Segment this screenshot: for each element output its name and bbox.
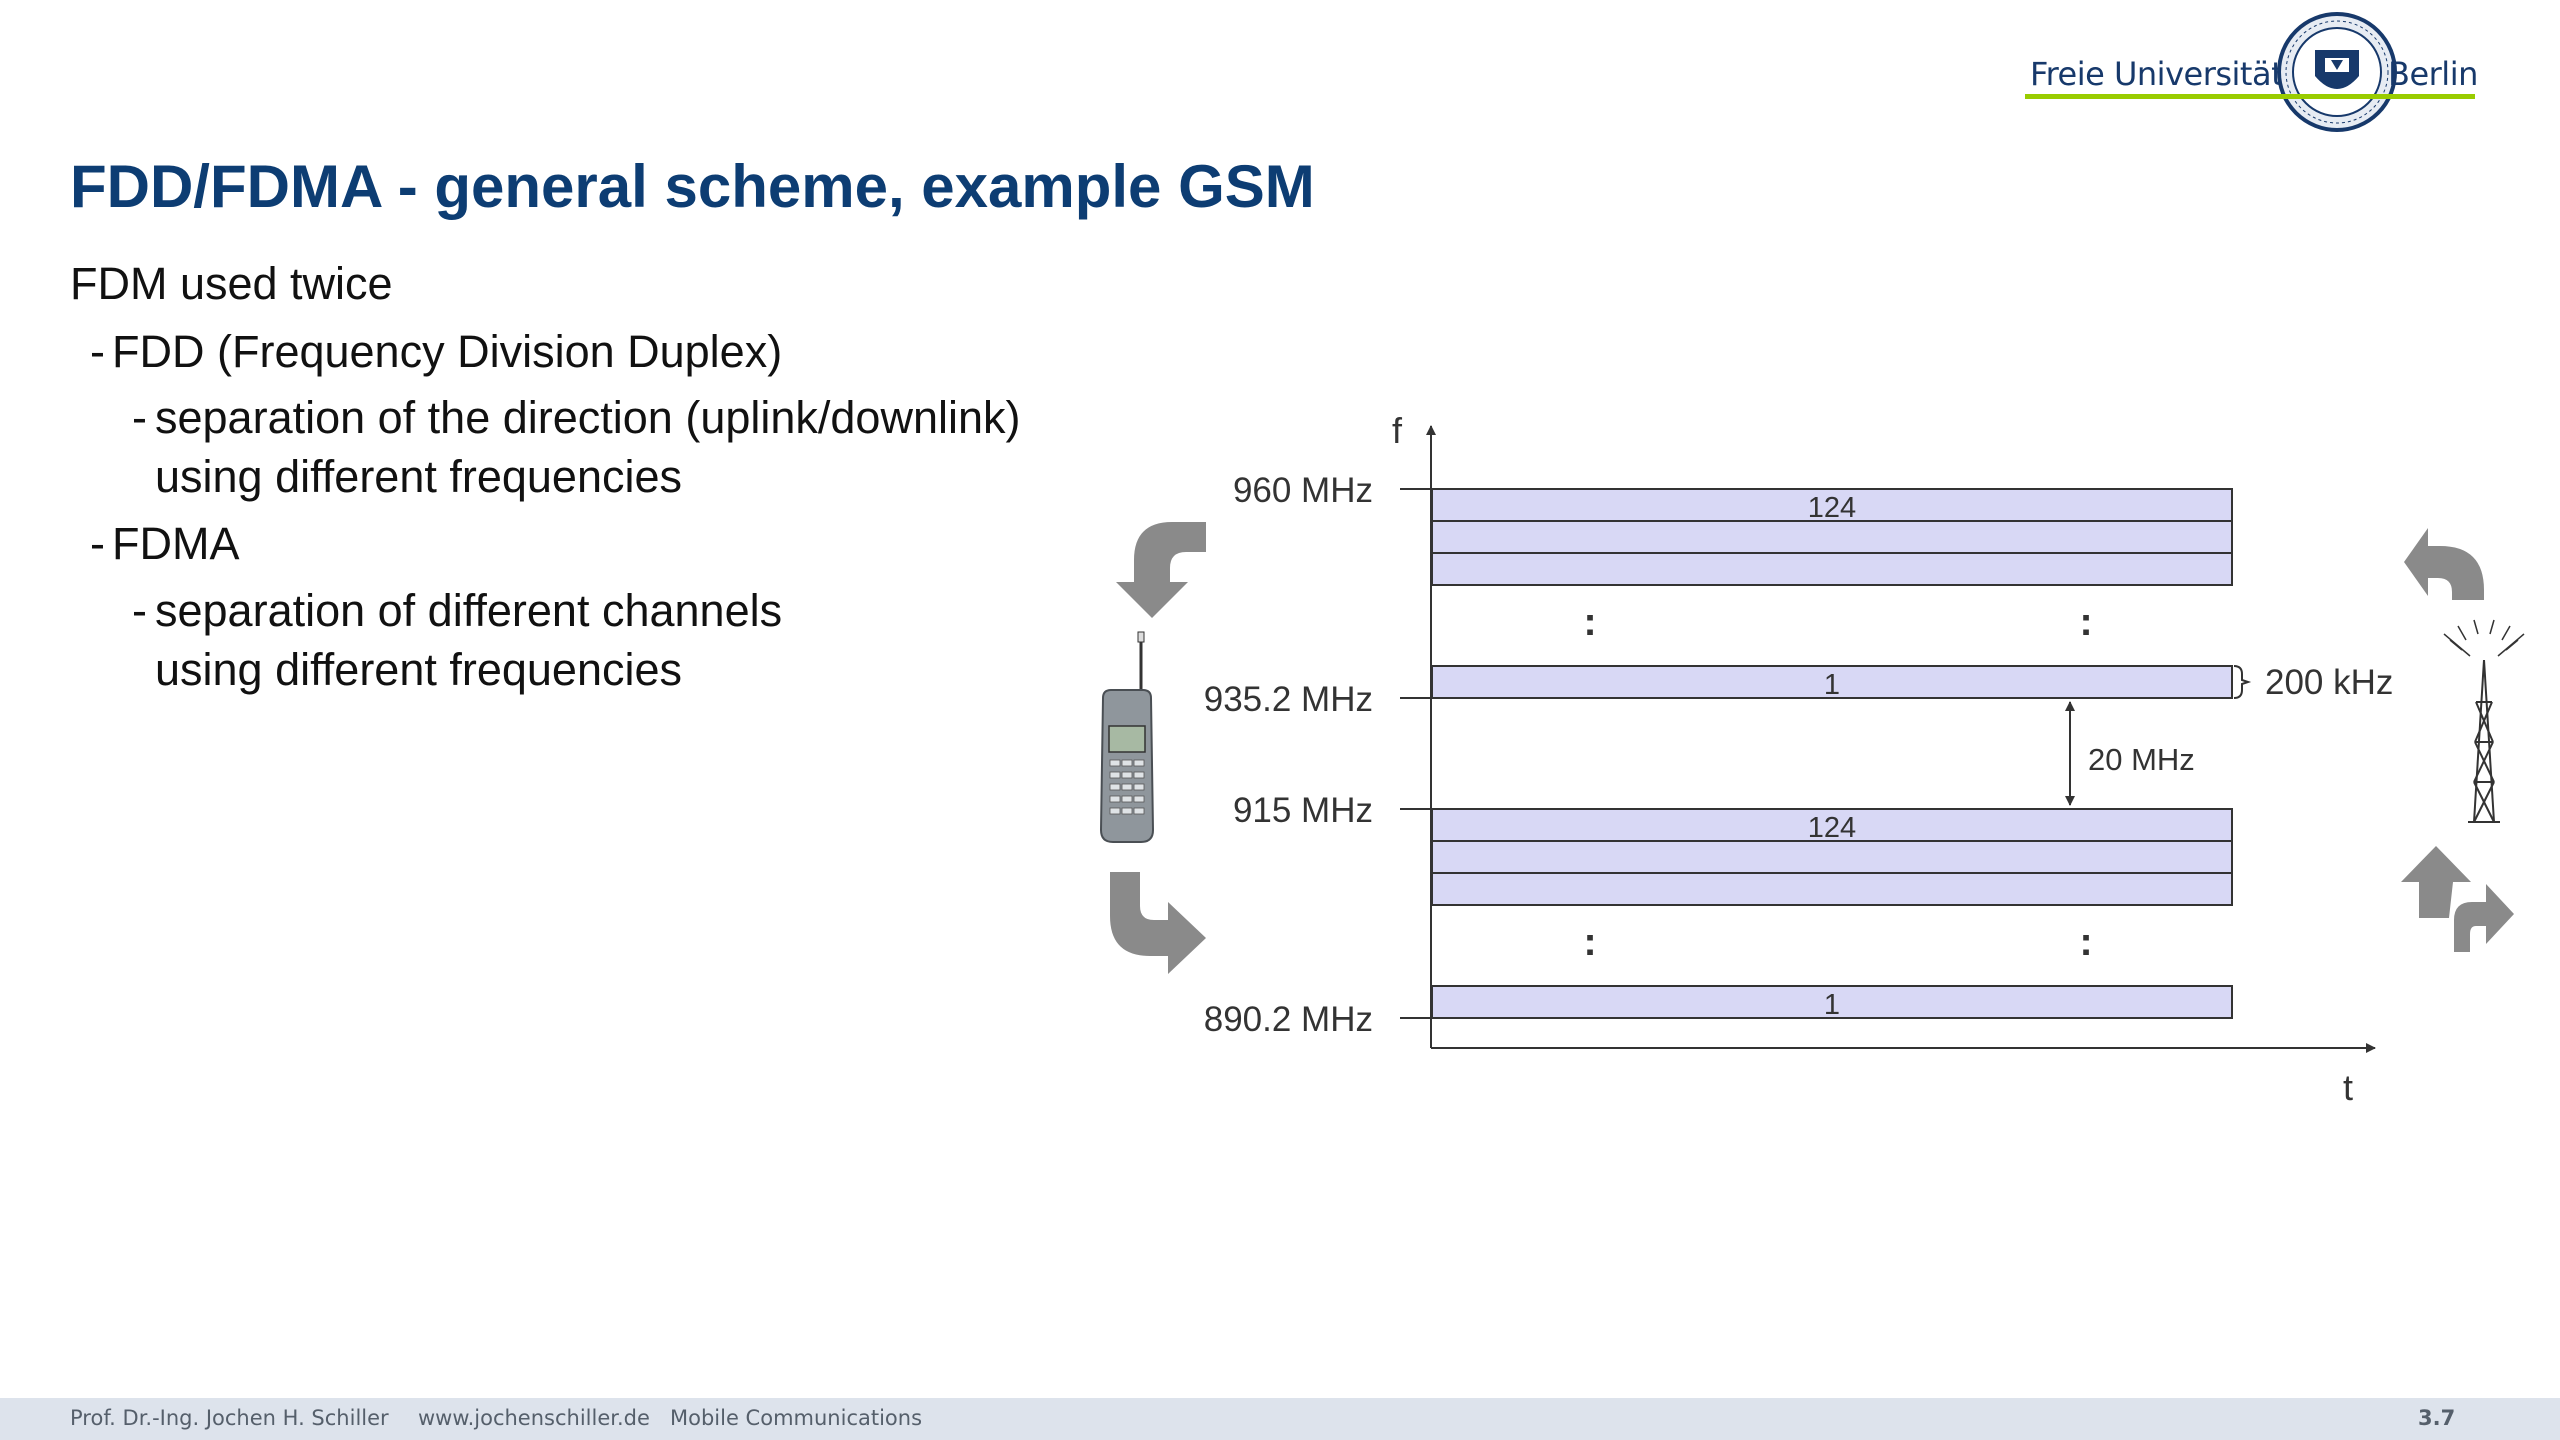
channel-width-label: 200 kHz [2265, 663, 2393, 702]
channel-label-124: 124 [1808, 812, 1856, 844]
downlink-channel [1431, 552, 2233, 586]
ellipsis-dots: : [1583, 600, 1596, 644]
curved-arrow-icon [1116, 522, 1206, 618]
antenna-tower-icon [2443, 619, 2525, 823]
freq-label-890: 890.2 MHz [1204, 1000, 1373, 1039]
curved-arrow-icon [1110, 872, 1206, 974]
fdd-fdma-diagram: f t 960 MHz 935.2 MHz 915 MHz 890.2 MHz … [1099, 410, 2525, 1108]
uplink-channel [1431, 840, 2233, 874]
x-axis-label: t [2343, 1067, 2353, 1108]
curved-arrow-icon [2404, 528, 2484, 600]
channel-width-brace [2233, 665, 2252, 699]
ellipsis-dots: : [2079, 600, 2092, 644]
freq-label-960: 960 MHz [1233, 471, 1373, 510]
page-number: 3.7 [2418, 1406, 2456, 1430]
footer-website[interactable]: www.jochenschiller.de [418, 1406, 650, 1430]
footer-author: Prof. Dr.-Ing. Jochen H. Schiller [70, 1406, 389, 1430]
ellipsis-dots: : [1583, 920, 1596, 964]
duplex-spacing-label: 20 MHz [2088, 742, 2195, 777]
footer-course: Mobile Communications [670, 1406, 923, 1430]
slide-footer: Prof. Dr.-Ing. Jochen H. Schiller www.jo… [0, 1398, 2560, 1440]
channel-label-1: 1 [1824, 989, 1840, 1021]
channel-label-1: 1 [1824, 669, 1840, 701]
freq-label-915: 915 MHz [1233, 791, 1373, 830]
freq-label-935: 935.2 MHz [1204, 680, 1373, 719]
ellipsis-dots: : [2079, 920, 2092, 964]
channel-label-124: 124 [1808, 492, 1856, 524]
downlink-channel [1431, 520, 2233, 554]
uplink-channel [1431, 872, 2233, 906]
mobile-phone-icon [1099, 631, 1155, 843]
y-axis-label: f [1392, 410, 1403, 451]
